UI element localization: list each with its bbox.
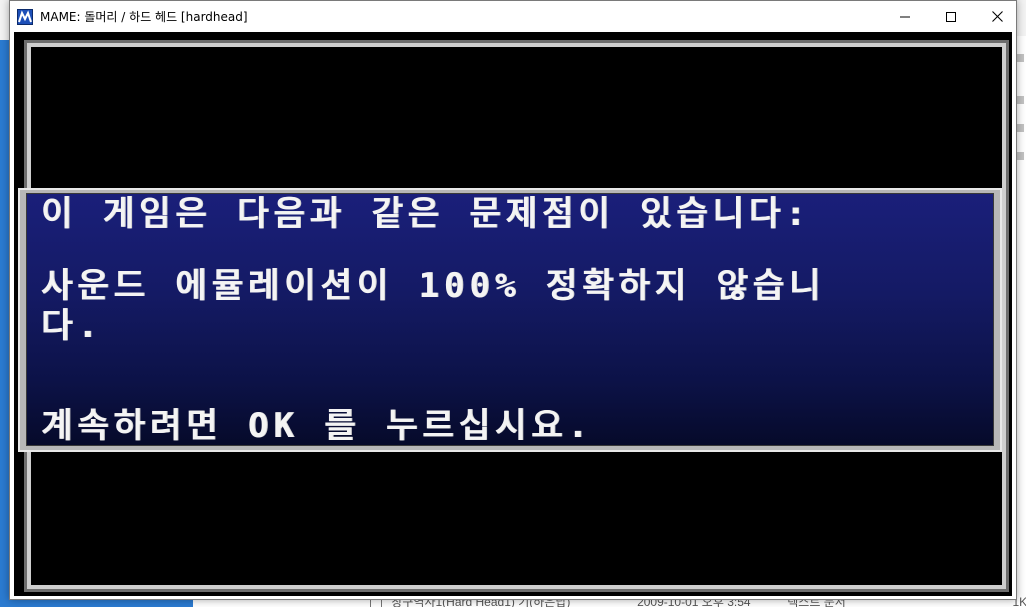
warning-message-box: 이 게임은 다음과 같은 문제점이 있습니다: 사운드 에뮬레이션이 100% …	[18, 188, 1002, 452]
warning-sound-issue: 사운드 에뮬레이션이 100% 정확하지 않습니	[41, 266, 826, 306]
close-button[interactable]	[974, 1, 1020, 32]
minimize-icon	[900, 16, 910, 17]
title-bar[interactable]: MAME: 돌머리 / 하드 헤드 [hardhead]	[10, 1, 1016, 32]
maximize-icon	[946, 11, 956, 22]
warning-sound-issue-cont: 다.	[41, 306, 103, 346]
desktop: 창구역사1(Hard Head1) 기(하은답) 2009-10-01 오후 3…	[0, 0, 1026, 607]
warning-heading: 이 게임은 다음과 같은 문제점이 있습니다:	[41, 194, 811, 234]
game-frame-bevel: 이 게임은 다음과 같은 문제점이 있습니다: 사운드 에뮬레이션이 100% …	[18, 43, 1006, 589]
game-frame: 이 게임은 다음과 같은 문제점이 있습니다: 사운드 에뮬레이션이 100% …	[18, 40, 1009, 592]
mame-app-icon[interactable]	[17, 9, 33, 25]
maximize-button[interactable]	[928, 1, 974, 32]
minimize-button[interactable]	[882, 1, 928, 32]
close-icon	[991, 11, 1003, 22]
game-client-area[interactable]: 이 게임은 다음과 같은 문제점이 있습니다: 사운드 에뮬레이션이 100% …	[14, 32, 1012, 596]
game-screen[interactable]: 이 게임은 다음과 같은 문제점이 있습니다: 사운드 에뮬레이션이 100% …	[18, 47, 1002, 585]
background-window-left-edge	[0, 40, 9, 607]
continue-instruction: 계속하려면 OK 를 누르십시요.	[41, 406, 593, 446]
warning-message-panel: 이 게임은 다음과 같은 문제점이 있습니다: 사운드 에뮬레이션이 100% …	[26, 193, 994, 446]
window-title: MAME: 돌머리 / 하드 헤드 [hardhead]	[40, 10, 248, 24]
mame-window: MAME: 돌머리 / 하드 헤드 [hardhead] 이 게임은 다음과 같…	[9, 0, 1017, 600]
